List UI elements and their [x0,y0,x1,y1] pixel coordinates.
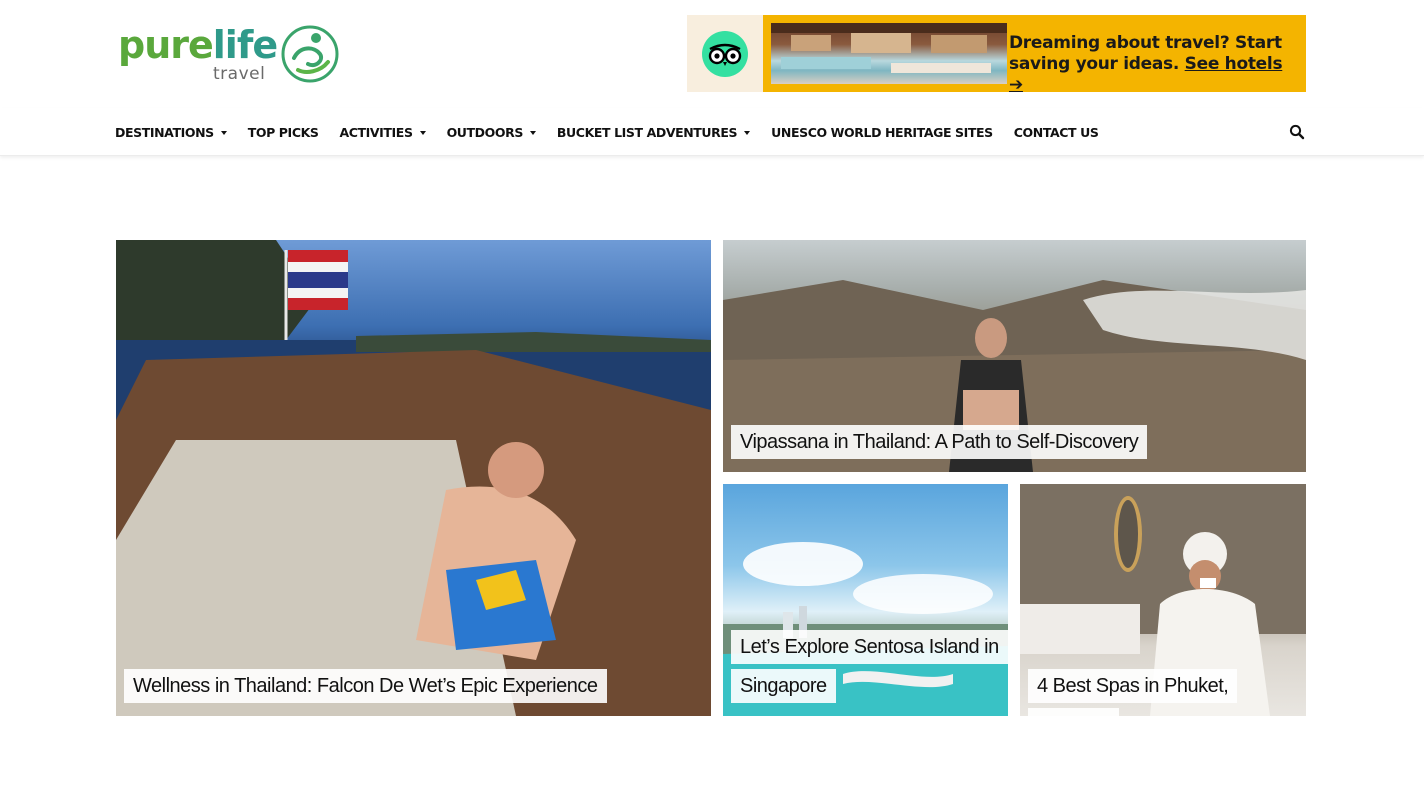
featured-post-main[interactable]: Wellness in Thailand: Falcon De Wet’s Ep… [116,240,711,716]
nav-item-destinations[interactable]: DESTINATIONS [115,125,227,140]
logo-word-pure: pure [118,23,214,67]
ad-logo-box [687,15,763,92]
post-title[interactable]: Wellness in Thailand: Falcon De Wet’s Ep… [124,669,607,703]
nav-label: OUTDOORS [446,124,524,140]
ad-copy: Dreaming about travel? Start saving your… [1009,33,1299,92]
logo-subtitle: travel [213,64,266,84]
site-logo[interactable]: purelife travel [118,22,342,86]
nav-label: DESTINATIONS [115,124,214,140]
post-title[interactable]: 4 Best Spas in Phuket, Thailand [1028,669,1238,716]
nav-label: CONTACT US [1013,124,1099,140]
nav-item-contact-us[interactable]: CONTACT US [1014,125,1099,140]
featured-post-small-right[interactable]: 4 Best Spas in Phuket, Thailand [1020,484,1306,716]
post-title[interactable]: Vipassana in Thailand: A Path to Self-Di… [731,425,1148,459]
chevron-down-icon [744,130,751,135]
tripadvisor-owl-icon [702,31,748,77]
logo-swirl-icon [281,25,339,83]
post-image-longtail-boat [116,240,711,716]
post-title-container: Let’s Explore Sentosa Island in Singapor… [731,628,1008,706]
nav-item-unesco-sites[interactable]: UNESCO WORLD HERITAGE SITES [771,125,993,140]
chevron-down-icon [419,130,426,135]
post-title-container: Wellness in Thailand: Falcon De Wet’s Ep… [124,667,704,706]
nav-item-bucket-list-adventures[interactable]: BUCKET LIST ADVENTURES [556,124,751,140]
search-icon[interactable] [1289,124,1305,140]
ad-line-1: Dreaming about travel? Start [1009,33,1282,53]
nav-item-outdoors[interactable]: OUTDOORS [447,125,536,140]
post-title[interactable]: Let’s Explore Sentosa Island in Singapor… [731,630,1008,703]
logo-word-life: life [212,23,278,67]
nav-label: ACTIVITIES [339,124,413,140]
nav-label: BUCKET LIST ADVENTURES [556,124,738,140]
main-navigation: DESTINATIONS TOP PICKS ACTIVITIES OUTDOO… [0,108,1424,156]
ad-line-2: saving your ideas. See hotels ➔ [1009,54,1299,92]
chevron-down-icon [220,130,227,135]
nav-item-activities[interactable]: ACTIVITIES [339,124,426,140]
nav-label: TOP PICKS [247,124,319,140]
ad-hotel-photo [771,23,1007,84]
chevron-down-icon [529,130,536,135]
post-title-container: 4 Best Spas in Phuket, Thailand [1028,667,1300,716]
nav-menu: DESTINATIONS TOP PICKS ACTIVITIES OUTDOO… [115,108,1119,156]
tripadvisor-ad-banner[interactable]: Dreaming about travel? Start saving your… [687,15,1306,92]
featured-post-top[interactable]: Vipassana in Thailand: A Path to Self-Di… [723,240,1306,472]
ad-line-2-text: saving your ideas. [1009,54,1180,74]
nav-label: UNESCO WORLD HERITAGE SITES [771,124,993,140]
featured-post-small-left[interactable]: Let’s Explore Sentosa Island in Singapor… [723,484,1008,716]
nav-item-top-picks[interactable]: TOP PICKS [248,125,319,140]
logo-wordmark: purelife [118,22,278,68]
post-title-container: Vipassana in Thailand: A Path to Self-Di… [731,423,1301,462]
